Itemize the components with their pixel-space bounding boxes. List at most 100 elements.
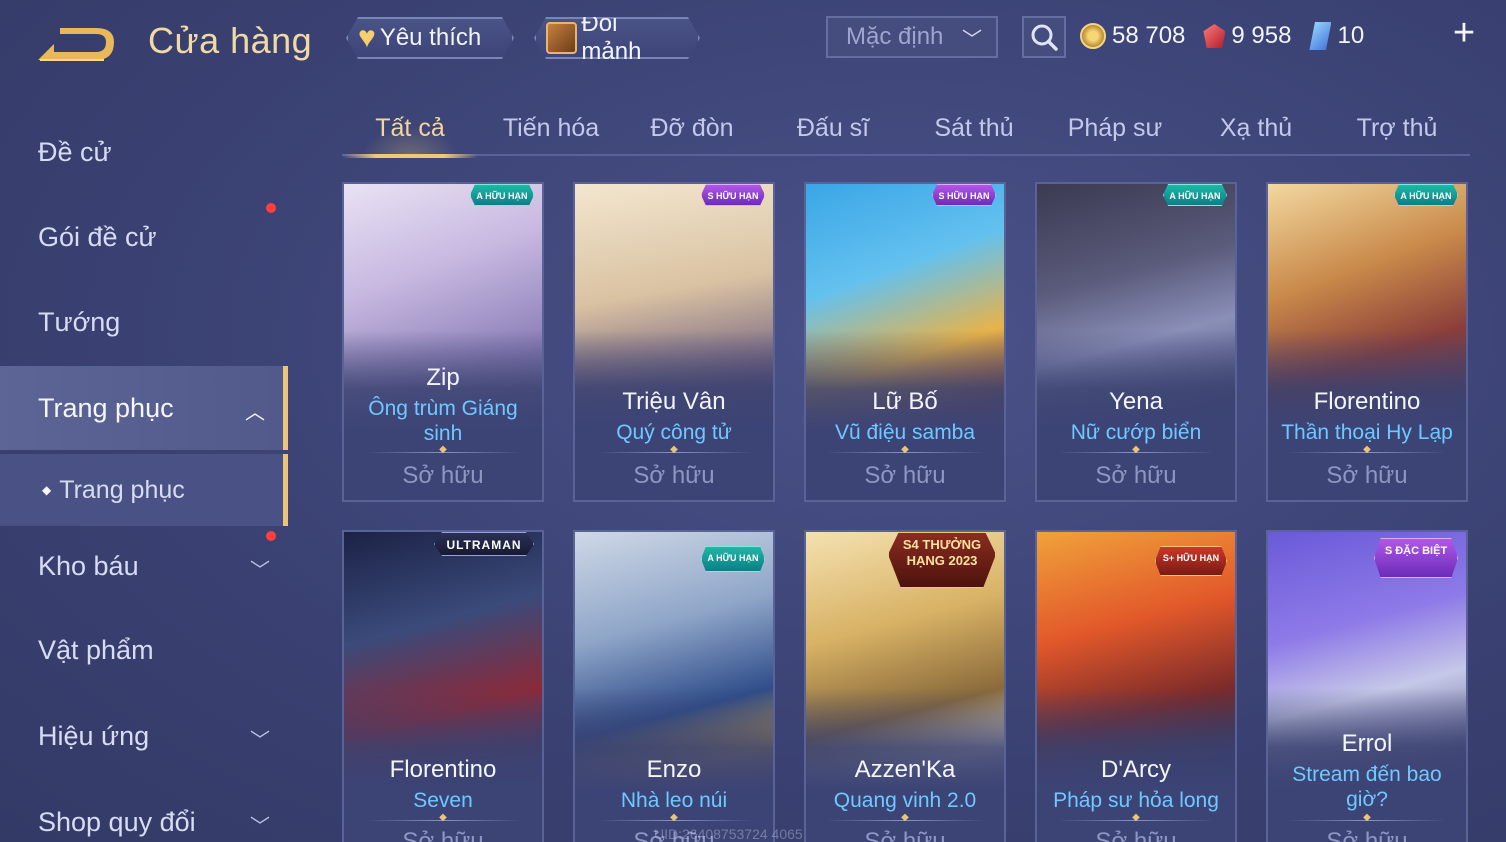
tab-evolution[interactable]: Tiến hóa: [483, 100, 619, 156]
ruby-balance: 9 958: [1203, 22, 1291, 50]
sort-dropdown[interactable]: Mặc định ﹀: [826, 16, 998, 58]
sidebar-item-label: Vật phẩm: [38, 634, 154, 665]
sidebar-item-label: Gói đề cử: [38, 221, 157, 252]
card-divider: [1057, 452, 1215, 453]
skin-card[interactable]: S4 THƯỞNG HẠNG 2023 Azzen'Ka Quang vinh …: [804, 530, 1006, 842]
skin-card[interactable]: S HỮU HẠN Triệu Vân Quý công tử Sở hữu: [573, 182, 775, 502]
hero-name: Florentino: [1313, 388, 1421, 415]
skin-name: Seven: [413, 789, 473, 812]
sidebar-subitem-skins[interactable]: ◆ Trang phục: [0, 454, 288, 526]
skin-card[interactable]: A HỮU HẠN Florentino Thần thoại Hy Lạp S…: [1266, 182, 1468, 502]
search-button[interactable]: [1022, 16, 1066, 58]
sidebar-item-skins[interactable]: Trang phục ︿: [0, 366, 288, 450]
tab-fighter[interactable]: Đấu sĩ: [765, 100, 901, 156]
skin-name: Quang vinh 2.0: [833, 789, 977, 812]
collab-badge: ULTRAMAN: [434, 532, 534, 556]
owned-status: Sở hữu: [633, 462, 715, 489]
exchange-shards-button[interactable]: Đổi mảnh: [534, 17, 700, 59]
tab-support[interactable]: Trợ thủ: [1329, 100, 1465, 156]
chevron-down-icon: ﹀: [250, 730, 270, 752]
hero-name: Errol: [1341, 730, 1393, 757]
owned-status: Sở hữu: [1095, 828, 1177, 842]
hero-name: Yena: [1109, 388, 1163, 415]
hero-name: Azzen'Ka: [854, 756, 956, 783]
sidebar-item-effects[interactable]: Hiệu ứng ﹀: [0, 694, 288, 778]
shard-chest-icon: [546, 22, 577, 54]
voucher-icon: [1309, 22, 1332, 50]
sidebar-item-heroes[interactable]: Tướng: [0, 280, 288, 364]
rarity-badge: A HỮU HẠN: [1163, 184, 1227, 206]
tab-mage[interactable]: Pháp sư: [1047, 100, 1183, 156]
skin-name: Nhà leo núi: [620, 789, 728, 812]
add-currency-button[interactable]: +: [1446, 14, 1482, 52]
search-icon: [1031, 24, 1058, 51]
tab-label: Tất cả: [375, 113, 445, 142]
skin-name: Nữ cướp biển: [1070, 421, 1202, 444]
rarity-badge: S HỮU HẠN: [701, 184, 765, 206]
tab-label: Đỡ đòn: [650, 113, 734, 142]
skin-name: Ông trùm Giáng sinh: [368, 397, 518, 445]
sidebar-item-treasure[interactable]: Kho báu ﹀: [0, 524, 288, 608]
card-divider: [826, 452, 984, 453]
sidebar-item-recommended[interactable]: Đề cử: [0, 110, 288, 194]
card-divider: [595, 820, 753, 821]
season-reward-badge: S4 THƯỞNG HẠNG 2023: [888, 532, 996, 588]
tab-label: Pháp sư: [1067, 113, 1163, 142]
chevron-up-icon: ︿: [245, 402, 265, 424]
skin-card[interactable]: S HỮU HẠN Lữ Bố Vũ điệu samba Sở hữu: [804, 182, 1006, 502]
currency-bar: 58 708 9 958 10: [1080, 14, 1500, 58]
skin-name: Pháp sư hỏa long: [1053, 789, 1219, 812]
notification-dot: [266, 531, 276, 541]
sidebar-item-recommended-packs[interactable]: Gói đề cử: [0, 195, 288, 279]
back-arrow-icon: [38, 28, 114, 61]
skin-card[interactable]: S ĐẶC BIỆT Errol Stream đến bao giờ? Sở …: [1266, 530, 1468, 842]
notification-dot: [266, 203, 276, 213]
tab-assassin[interactable]: Sát thủ: [906, 100, 1042, 156]
rarity-badge: A HỮU HẠN: [701, 546, 765, 572]
rarity-badge: A HỮU HẠN: [470, 184, 534, 206]
gold-coin-icon: [1080, 23, 1106, 49]
rarity-badge: A HỮU HẠN: [1394, 184, 1458, 206]
skin-card[interactable]: A HỮU HẠN Zip Ông trùm Giáng sinh Sở hữu: [342, 182, 544, 502]
ruby-icon: [1203, 24, 1226, 48]
card-divider: [364, 820, 522, 821]
tab-all[interactable]: Tất cả: [342, 100, 478, 158]
tab-label: Sát thủ: [934, 113, 1014, 142]
chevron-down-icon: ﹀: [250, 816, 270, 838]
back-button[interactable]: [34, 22, 118, 66]
favorites-label: Yêu thích: [379, 24, 482, 51]
ruby-value: 9 958: [1231, 22, 1292, 49]
skin-name: Stream đến bao giờ?: [1292, 763, 1442, 811]
skin-card[interactable]: A HỮU HẠN Enzo Nhà leo núi Sở hữu: [573, 530, 775, 842]
card-divider: [595, 452, 753, 453]
sidebar-item-items[interactable]: Vật phẩm: [0, 608, 288, 692]
owned-status: Sở hữu: [1095, 462, 1177, 489]
rarity-badge: S+ HỮU HẠN: [1155, 546, 1227, 576]
skin-card[interactable]: ULTRAMAN Florentino Seven Sở hữu: [342, 530, 544, 842]
hero-name: Triệu Vân: [622, 388, 726, 415]
hero-name: D'Arcy: [1101, 756, 1171, 783]
tab-label: Đấu sĩ: [796, 113, 870, 142]
role-filter-tabs: Tất cả Tiến hóa Đỡ đòn Đấu sĩ Sát thủ Ph…: [342, 100, 1470, 158]
tab-label: Tiến hóa: [502, 113, 600, 142]
sort-value: Mặc định: [846, 23, 944, 50]
exchange-label: Đổi mảnh: [581, 10, 642, 65]
owned-status: Sở hữu: [864, 462, 946, 489]
owned-status: Sở hữu: [1326, 462, 1408, 489]
tab-tank[interactable]: Đỡ đòn: [624, 100, 760, 156]
tab-label: Trợ thủ: [1356, 113, 1438, 142]
voucher-balance: 10: [1309, 22, 1364, 50]
favorites-button[interactable]: ♥ Yêu thích: [346, 17, 514, 59]
skin-name: Quý công tử: [616, 421, 732, 444]
skin-card[interactable]: A HỮU HẠN Yena Nữ cướp biển Sở hữu: [1035, 182, 1237, 502]
rarity-badge: S ĐẶC BIỆT: [1374, 538, 1458, 578]
hero-name: Enzo: [646, 756, 702, 783]
tab-marksman[interactable]: Xạ thủ: [1188, 100, 1324, 156]
hero-name: Zip: [426, 364, 460, 391]
card-divider: [364, 452, 522, 453]
skin-card[interactable]: S+ HỮU HẠN D'Arcy Pháp sư hỏa long Sở hữ…: [1035, 530, 1237, 842]
gold-coin-value: 58 708: [1112, 22, 1186, 49]
card-divider: [1057, 820, 1215, 821]
sidebar-item-exchange-shop[interactable]: Shop quy đổi ﹀: [0, 780, 288, 842]
chevron-down-icon: ﹀: [962, 28, 982, 51]
